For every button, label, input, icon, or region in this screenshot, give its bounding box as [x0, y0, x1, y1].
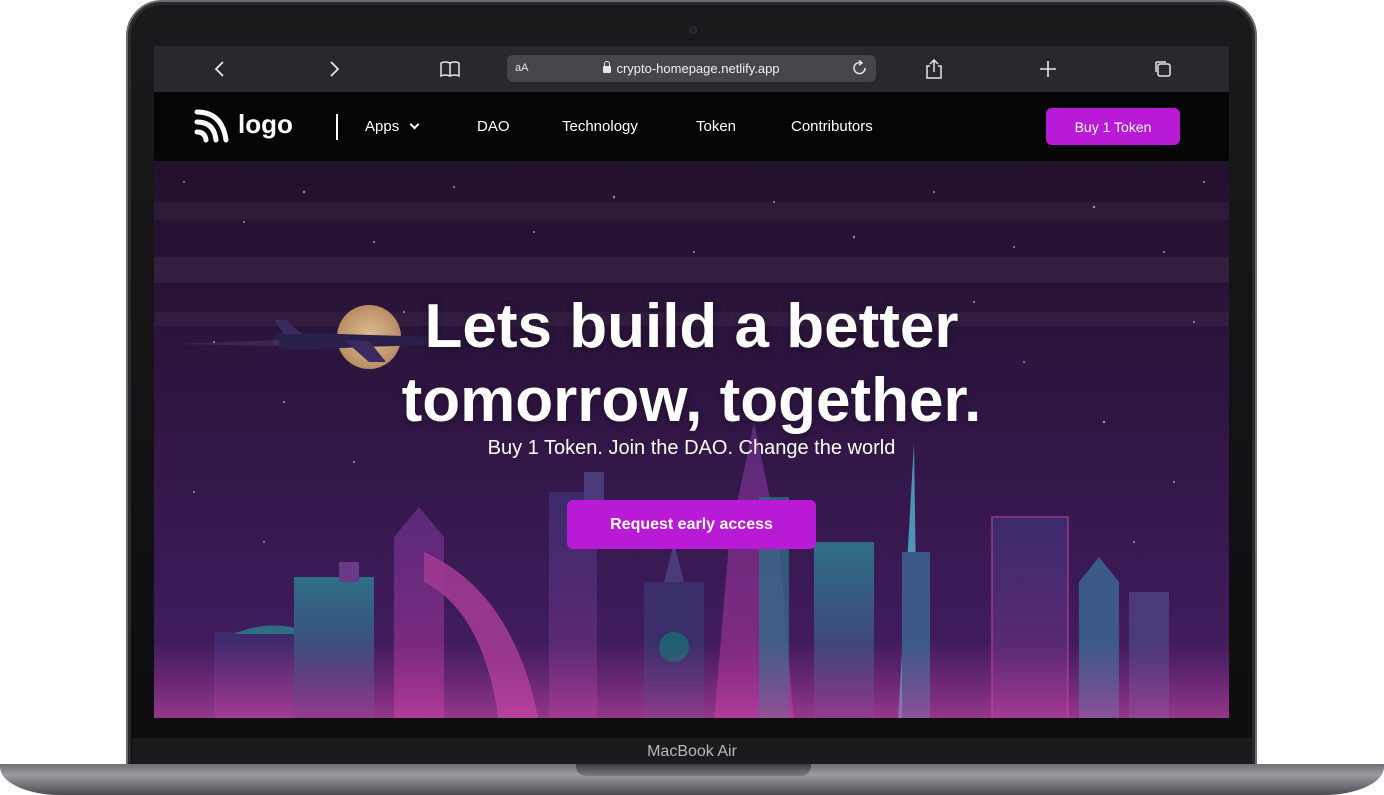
hero-section: Lets build a better tomorrow, together. … [154, 162, 1229, 718]
laptop-notch [576, 764, 811, 776]
nav-link-token[interactable]: Token [696, 118, 736, 135]
laptop-chin: MacBook Air [132, 738, 1252, 766]
nav-link-technology[interactable]: Technology [562, 118, 638, 135]
address-bar[interactable]: aA crypto-homepage.netlify.app [507, 55, 876, 82]
chevron-down-icon [409, 119, 420, 130]
nav-link-dao[interactable]: DAO [477, 118, 510, 135]
device-label: MacBook Air [647, 743, 737, 760]
book-icon[interactable] [439, 58, 461, 80]
tabs-icon[interactable] [1152, 58, 1174, 80]
site-navbar: logo Apps DAO Technology Token Contribut… [154, 92, 1229, 162]
url-value: crypto-homepage.netlify.app [616, 61, 780, 76]
new-tab-icon[interactable] [1037, 58, 1059, 80]
laptop-screen: aA crypto-homepage.netlify.app logo Apps… [154, 46, 1229, 718]
hero-title-line1: Lets build a better [424, 292, 959, 361]
share-icon[interactable] [923, 58, 945, 80]
request-access-button[interactable]: Request early access [567, 500, 816, 549]
url-text: crypto-homepage.netlify.app [507, 61, 876, 76]
hero-title-line2: tomorrow, together. [401, 366, 982, 435]
hero-subtitle: Buy 1 Token. Join the DAO. Change the wo… [487, 437, 896, 459]
camera-icon [689, 26, 697, 34]
logo-text: logo [238, 108, 293, 139]
back-icon[interactable] [209, 58, 231, 80]
nav-divider [336, 114, 338, 140]
buy-token-button[interactable]: Buy 1 Token [1046, 108, 1180, 145]
reload-icon[interactable] [852, 58, 868, 83]
forward-icon[interactable] [323, 58, 345, 80]
nav-apps-dropdown[interactable]: Apps [365, 118, 420, 135]
nav-link-contributors[interactable]: Contributors [791, 118, 873, 135]
nav-apps-label: Apps [365, 118, 400, 135]
site-logo[interactable]: logo [194, 108, 293, 144]
logo-icon [194, 109, 229, 143]
hero-title: Lets build a better tomorrow, together. [154, 290, 1229, 438]
lock-icon [603, 61, 612, 73]
browser-toolbar: aA crypto-homepage.netlify.app [154, 46, 1229, 92]
